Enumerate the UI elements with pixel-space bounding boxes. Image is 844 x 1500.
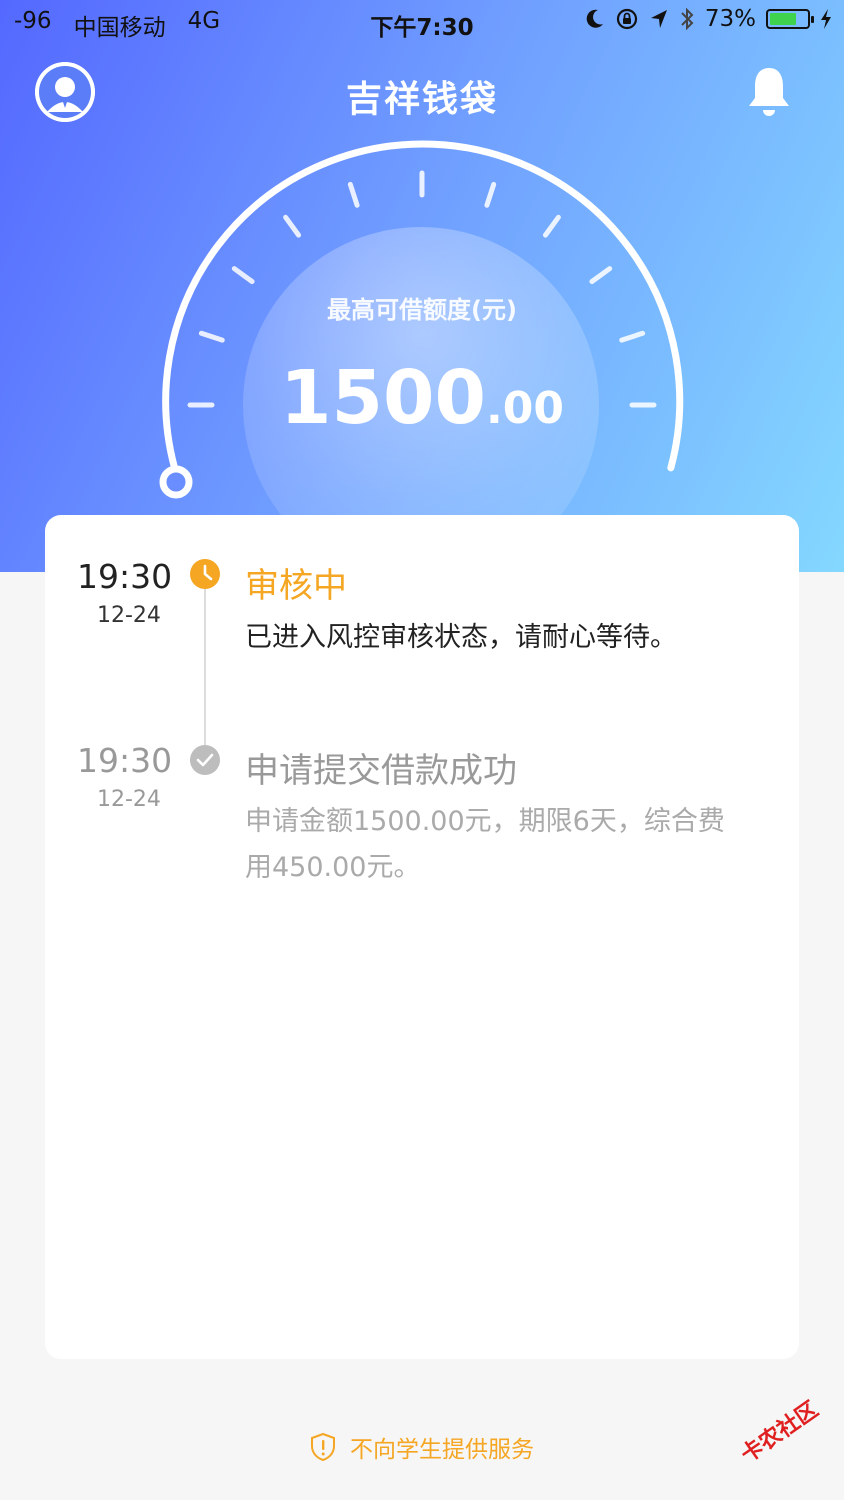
gauge-tick <box>619 330 646 343</box>
clock-icon <box>190 559 220 589</box>
gauge-tick <box>198 330 225 343</box>
gauge-tick <box>347 181 360 208</box>
credit-limit-amount: 1500.00 <box>0 355 844 441</box>
timeline-title: 审核中 <box>245 566 347 606</box>
timeline-desc: 已进入风控审核状态，请耐心等待。 <box>245 622 677 653</box>
watermark-logo: 卡农社区 <box>733 1390 844 1500</box>
watermark-text: 卡农社区 <box>736 1397 824 1469</box>
credit-limit-label: 最高可借额度(元) <box>327 296 517 324</box>
loan-status-card: 19:30 12-24 审核中 已进入风控审核状态，请耐心等待。 19:30 1… <box>45 515 799 1359</box>
timeline-connector <box>204 585 206 753</box>
amount-decimal: .00 <box>486 383 564 434</box>
hero-banner: -96 中国移动 4G 下午7:30 73% 吉祥钱袋 最高可借额度(元) 15… <box>0 0 844 572</box>
timeline-date: 12-24 <box>97 787 161 812</box>
footer-notice: 不向学生提供服务 <box>0 1430 844 1464</box>
timeline-time: 19:30 <box>77 741 173 780</box>
gauge-tick <box>484 181 497 208</box>
gauge-start-knob <box>159 465 193 499</box>
gauge-tick <box>283 214 302 238</box>
gauge-tick <box>542 214 561 238</box>
timeline-time: 19:30 <box>77 557 173 596</box>
shield-alert-icon <box>311 1432 335 1462</box>
timeline-desc: 申请金额1500.00元，期限6天，综合费用450.00元。 <box>245 806 725 883</box>
gauge-tick <box>231 266 255 285</box>
footer-notice-text: 不向学生提供服务 <box>350 1437 534 1463</box>
timeline-title: 申请提交借款成功 <box>245 751 517 791</box>
check-icon <box>190 745 220 775</box>
amount-integer: 1500 <box>280 355 486 441</box>
timeline-date: 12-24 <box>97 603 161 628</box>
gauge-tick <box>589 266 613 285</box>
